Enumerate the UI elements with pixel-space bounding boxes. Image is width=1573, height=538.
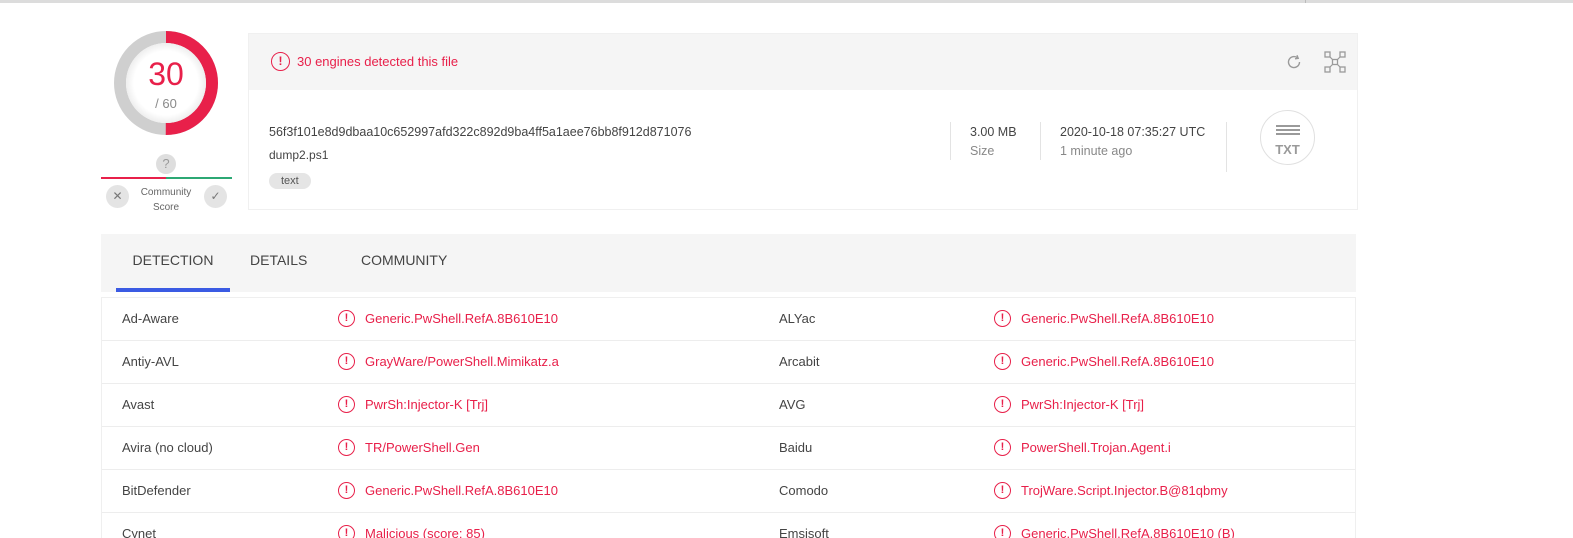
file-type-badge: TXT [1260,110,1315,165]
report-tabs: DETECTION DETAILS COMMUNITY [101,234,1356,292]
engine-name: Ad-Aware [122,311,179,326]
file-type-label: TXT [1275,142,1300,157]
table-row: BitDefender ! Generic.PwShell.RefA.8B610… [102,470,1355,513]
divider [1040,122,1041,160]
alert-icon: ! [338,482,355,499]
browser-top-border [0,0,1573,3]
alert-icon: ! [338,310,355,327]
detection-result: PwrSh:Injector-K [Trj] [1021,397,1145,412]
engine-name: BitDefender [122,483,191,498]
engine-name: Emsisoft [779,526,829,538]
alert-icon: ! [338,353,355,370]
file-name: dump2.ps1 [269,148,329,162]
close-icon[interactable]: ✕ [106,185,129,208]
analysis-relative-time: 1 minute ago [1060,144,1133,158]
engine-name: AVG [779,397,806,412]
detection-result: TrojWare.Script.Injector.B@81qbmy [1021,483,1228,498]
alert-icon: ! [994,525,1011,538]
browser-top-notch [1305,0,1306,3]
detection-score-gauge: 30 / 60 [113,30,219,136]
community-score-label-line2: Score [152,202,180,213]
alert-icon: ! [338,439,355,456]
detection-result: PwrSh:Injector-K [Trj] [365,397,489,412]
engine-name: Cynet [122,526,156,538]
file-size-label: Size [970,144,995,158]
file-size-value: 3.00 MB [970,125,1017,139]
detection-result: PowerShell.Trojan.Agent.i [1021,440,1171,455]
detection-result: Generic.PwShell.RefA.8B610E10 [365,311,558,326]
detection-result: Generic.PwShell.RefA.8B610E10 [365,483,558,498]
detected-count: 30 [148,56,184,92]
engine-name: Avira (no cloud) [122,440,213,455]
document-lines-icon [1276,125,1300,137]
detection-alert-banner: ! 30 engines detected this file [249,34,1357,90]
community-score-positive-bar [166,177,232,179]
community-score-label-line1: Community [140,187,192,198]
tab-details[interactable]: DETAILS [236,234,316,292]
file-summary-card: ! 30 engines detected this file 56f3f101… [248,33,1358,210]
alert-icon: ! [994,310,1011,327]
alert-icon: ! [994,353,1011,370]
detection-result: Generic.PwShell.RefA.8B610E10 [1021,311,1214,326]
tab-community[interactable]: COMMUNITY [347,234,457,292]
alert-icon: ! [338,525,355,538]
table-row: Antiy-AVL ! GrayWare/PowerShell.Mimikatz… [102,341,1355,384]
engine-name: Comodo [779,483,829,498]
table-row: Ad-Aware ! Generic.PwShell.RefA.8B610E10… [102,298,1355,341]
table-row: Avast ! PwrSh:Injector-K [Trj] AVG ! Pwr… [102,384,1355,427]
community-score-negative-bar [101,177,166,179]
detection-result: GrayWare/PowerShell.Mimikatz.a [365,354,559,369]
community-score-label: Community Score [133,185,199,215]
detection-result: Generic.PwShell.RefA.8B610E10 [1021,354,1214,369]
graph-icon[interactable] [1324,51,1346,73]
community-score-help-icon[interactable]: ? [156,154,176,174]
engine-name: Avast [122,397,155,412]
table-row: Cynet ! Malicious (score: 85) Emsisoft !… [102,513,1355,538]
check-icon[interactable]: ✓ [204,185,227,208]
detection-result: TR/PowerShell.Gen [365,440,480,455]
reanalyze-icon[interactable] [1285,53,1303,71]
file-hash[interactable]: 56f3f101e8d9dbaa10c652997afd322c892d9ba4… [269,125,691,139]
detection-alert-text: 30 engines detected this file [297,54,459,69]
alert-icon: ! [994,482,1011,499]
engine-name: ALYac [779,311,816,326]
detection-table: Ad-Aware ! Generic.PwShell.RefA.8B610E10… [101,297,1356,538]
active-tab-indicator [116,288,230,292]
engine-name: Antiy-AVL [122,354,179,369]
tab-detection[interactable]: DETECTION [116,234,230,292]
detection-result: Malicious (score: 85) [365,526,485,538]
analysis-date: 2020-10-18 07:35:27 UTC [1060,125,1206,139]
total-engines: / 60 [155,96,177,111]
file-tag[interactable]: text [269,173,311,189]
detection-result: Generic.PwShell.RefA.8B610E10 (B) [1021,526,1235,538]
divider [950,122,951,160]
alert-icon: ! [271,52,290,71]
alert-icon: ! [338,396,355,413]
alert-icon: ! [994,439,1011,456]
divider [1226,122,1227,172]
alert-icon: ! [994,396,1011,413]
engine-name: Baidu [779,440,813,455]
table-row: Avira (no cloud) ! TR/PowerShell.Gen Bai… [102,427,1355,470]
engine-name: Arcabit [779,354,820,369]
